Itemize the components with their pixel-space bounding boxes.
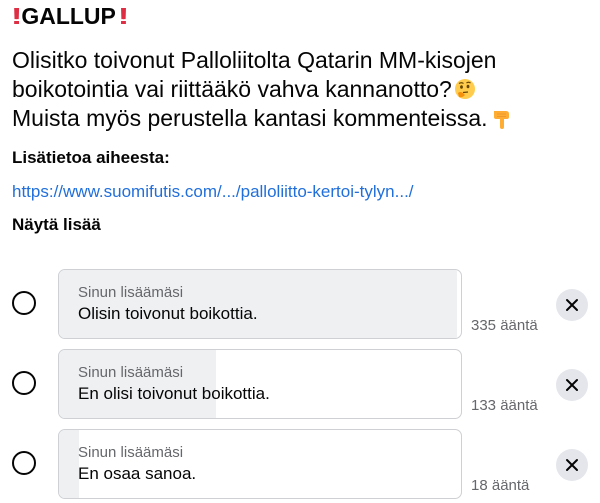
post-title-text: GALLUP — [21, 3, 116, 29]
poll-option-text: En osaa sanoa. — [78, 464, 197, 483]
poll-option-added-by: Sinun lisäämäsi — [78, 364, 184, 381]
pointing-down-hand-icon — [493, 111, 509, 129]
poll-option: Sinun lisäämäsi En osaa sanoa. 18 ääntä — [0, 429, 600, 501]
article-link[interactable]: https://www.suomifutis.com/.../palloliit… — [12, 182, 414, 202]
poll-option-radio[interactable] — [12, 371, 36, 395]
poll-option: Sinun lisäämäsi Olisin toivonut boikotti… — [0, 269, 600, 341]
poll-option: Sinun lisäämäsi En olisi toivonut boikot… — [0, 349, 600, 421]
poll-option-added-by: Sinun lisäämäsi — [78, 284, 184, 301]
thinking-face-icon — [454, 79, 475, 99]
close-icon — [566, 299, 578, 311]
post-body: Olisitko toivonut Palloliitolta Qatarin … — [12, 46, 592, 133]
poll-option-text: Olisin toivonut boikottia. — [78, 304, 258, 323]
double-exclamation-icon: !! — [12, 3, 22, 29]
remove-option-button[interactable] — [556, 369, 588, 401]
remove-option-button[interactable] — [556, 289, 588, 321]
poll-option-result-bar — [59, 430, 80, 498]
poll-option-radio[interactable] — [12, 451, 36, 475]
post-body-line-text: boikotointia vai riittääkö vahva kannano… — [12, 76, 452, 102]
poll-option-radio[interactable] — [12, 291, 36, 315]
poll-option-vote-count: 133 ääntä — [471, 397, 538, 414]
close-icon — [566, 459, 578, 471]
remove-option-button[interactable] — [556, 449, 588, 481]
post-body-line: Olisitko toivonut Palloliitolta Qatarin … — [12, 47, 497, 73]
more-info-label: Lisätietoa aiheesta: — [12, 148, 170, 167]
poll-option-box[interactable]: Sinun lisäämäsi En olisi toivonut boikot… — [58, 349, 462, 419]
poll-option-vote-count: 18 ääntä — [471, 477, 530, 494]
poll-option-text: En olisi toivonut boikottia. — [78, 384, 270, 403]
show-more-button[interactable]: Näytä lisää — [12, 215, 101, 235]
poll-option-added-by: Sinun lisäämäsi — [78, 444, 184, 461]
close-icon — [566, 379, 578, 391]
post-body-line-with-emoji: boikotointia vai riittääkö vahva kannano… — [12, 75, 592, 104]
post-body-line-with-emoji: Muista myös perustella kantasi kommentei… — [12, 104, 592, 133]
post-title: !! GALLUP !! — [12, 3, 129, 30]
poll-option-vote-count: 335 ääntä — [471, 317, 538, 334]
double-exclamation-icon: !! — [118, 3, 129, 29]
poll-option-box[interactable]: Sinun lisäämäsi En osaa sanoa. — [58, 429, 462, 499]
post-body-line-text: Muista myös perustella kantasi kommentei… — [12, 105, 488, 131]
poll-option-box[interactable]: Sinun lisäämäsi Olisin toivonut boikotti… — [58, 269, 462, 339]
